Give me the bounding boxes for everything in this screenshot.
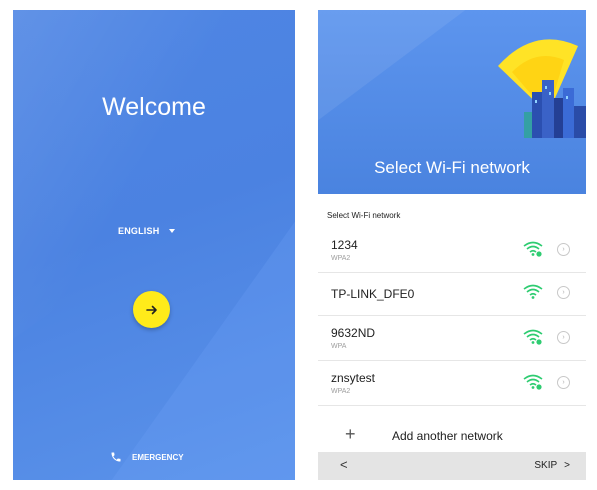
network-security: WPA2 [331, 255, 351, 262]
chevron-right-icon: > [564, 460, 570, 471]
chevron-right-icon: › [562, 246, 565, 253]
plus-icon: + [345, 424, 356, 444]
language-label: ENGLISH [118, 226, 160, 236]
welcome-screen: Welcome ENGLISH EMERGENCY [13, 10, 295, 480]
network-name: 1234 [331, 238, 358, 252]
network-details-button[interactable]: › [557, 331, 570, 344]
arrow-right-icon [145, 305, 157, 314]
network-row[interactable]: TP-LINK_DFE0 › [318, 273, 586, 316]
next-button[interactable] [133, 291, 170, 328]
back-button[interactable]: < [340, 457, 348, 472]
city-wifi-illustration [498, 39, 586, 138]
network-details-button[interactable]: › [557, 243, 570, 256]
network-details-button[interactable]: › [557, 376, 570, 389]
network-list: 1234 WPA2 › TP-LINK_DFE0 › 9632ND WPA › … [318, 228, 586, 406]
phone-icon [111, 452, 121, 462]
network-name: znsytest [331, 371, 376, 385]
add-network-button[interactable]: + Add another network [318, 420, 586, 452]
skip-button[interactable]: SKIP > [534, 460, 570, 471]
network-name: 9632ND [331, 326, 376, 340]
wifi-secured-icon [523, 329, 543, 345]
network-row[interactable]: 1234 WPA2 › [318, 228, 586, 273]
emergency-call-button[interactable]: EMERGENCY [110, 451, 184, 463]
wifi-secured-icon [523, 241, 543, 257]
network-security: WPA2 [331, 388, 351, 395]
wifi-header: Select Wi-Fi network [318, 10, 586, 194]
wifi-secured-icon [523, 374, 543, 390]
chevron-right-icon: › [562, 379, 565, 386]
wifi-screen: Select Wi-Fi network Select Wi-Fi networ… [318, 10, 586, 480]
caret-down-icon [169, 229, 176, 233]
language-dropdown[interactable]: ENGLISH [118, 226, 176, 236]
add-network-label: Add another network [392, 429, 503, 443]
network-row[interactable]: znsytest WPA2 › [318, 361, 586, 406]
emergency-label: EMERGENCY [132, 452, 184, 462]
network-name: TP-LINK_DFE0 [331, 287, 415, 301]
page-title: Select Wi-Fi network [374, 158, 530, 177]
welcome-title: Welcome [102, 93, 206, 121]
chevron-right-icon: › [562, 289, 565, 296]
skip-label: SKIP [534, 460, 558, 471]
network-details-button[interactable]: › [557, 286, 570, 299]
navigation-bar: < SKIP > [318, 452, 586, 480]
network-security: WPA [331, 343, 347, 350]
chevron-right-icon: › [562, 334, 565, 341]
list-heading: Select Wi-Fi network [327, 211, 401, 220]
network-row[interactable]: 9632ND WPA › [318, 316, 586, 361]
wifi-icon [523, 284, 543, 299]
